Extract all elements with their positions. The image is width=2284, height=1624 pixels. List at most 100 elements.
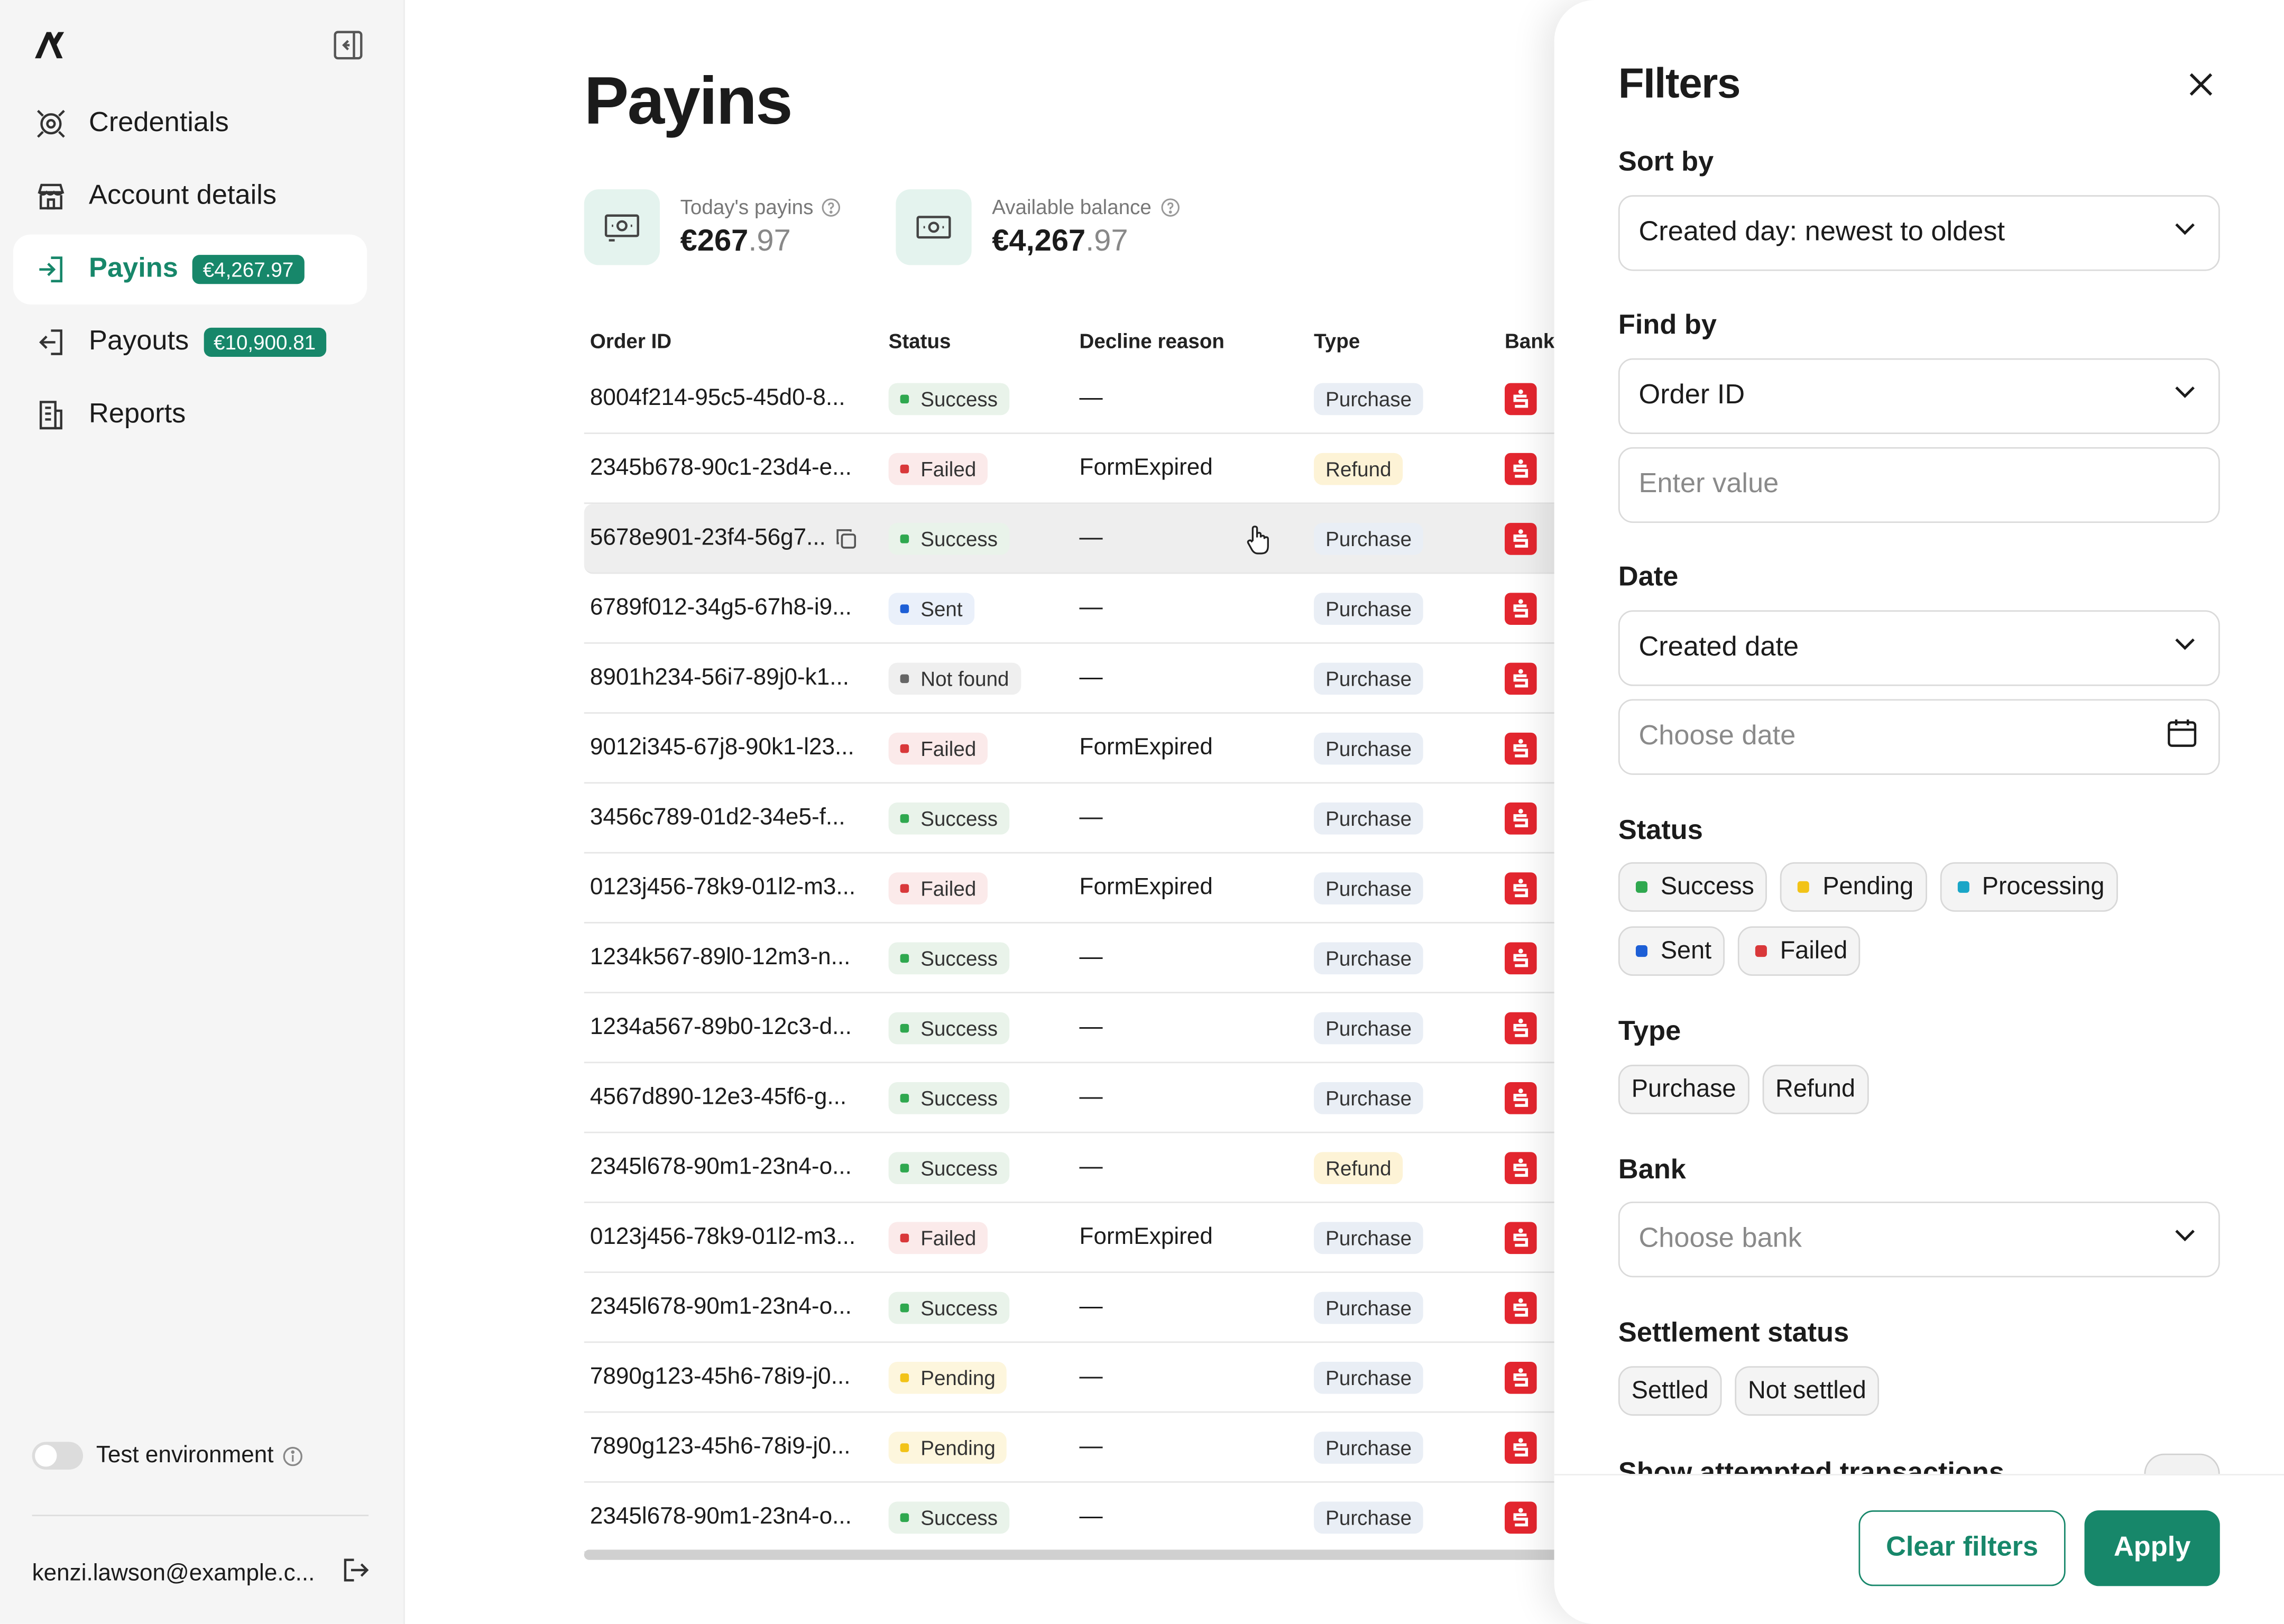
type-badge: Purchase: [1314, 1291, 1424, 1324]
order-id: 9012i345-67j8-90k1-l23...: [590, 734, 854, 760]
sidebar-item-payins[interactable]: Payins €4,267.97: [13, 234, 367, 304]
decline-reason-cell: FormExpired: [1079, 734, 1213, 760]
status-dot: [900, 1303, 909, 1312]
decline-reason-cell: —: [1079, 385, 1103, 410]
type-cell: Refund: [1314, 1151, 1505, 1184]
sidebar-item-label: Credentials: [89, 107, 229, 139]
type-cell: Purchase: [1314, 1011, 1505, 1044]
chevron-down-icon: [2172, 216, 2198, 251]
table-row[interactable]: 8004f214-95c5-45d0-8... Success — Purchase: [584, 364, 1604, 435]
sidebar-item-reports[interactable]: Reports: [13, 380, 367, 450]
status-cell: Failed: [888, 732, 1080, 764]
status-chip-sent[interactable]: Sent: [1618, 926, 1725, 976]
table-row[interactable]: 7890g123-45h6-78i9-j0... Pending — Purchase: [584, 1343, 1604, 1413]
order-id-cell: 4567d890-12e3-45f6-g...: [584, 1084, 889, 1111]
show-attempted-toggle[interactable]: [2144, 1453, 2220, 1474]
horizontal-scrollbar[interactable]: [584, 1549, 1560, 1560]
table-row[interactable]: 2345b678-90c1-23d4-e... Failed FormExpired…: [584, 434, 1604, 504]
status-badge: Failed: [888, 1221, 988, 1253]
decline-reason-cell: —: [1079, 1434, 1103, 1459]
bank-logo-icon: [1505, 592, 1537, 624]
brand-logo-icon[interactable]: [32, 26, 70, 64]
order-id-cell: 0123j456-78k9-01l2-m3...: [584, 1224, 889, 1251]
filters-title: FIlters: [1618, 61, 1741, 108]
sidebar-item-payouts[interactable]: Payouts €10,900.81: [13, 307, 367, 377]
table-row[interactable]: 1234k567-89l0-12m3-n... Success — Purchase: [584, 924, 1604, 993]
find-by-select[interactable]: Order ID: [1618, 358, 2220, 435]
table-row[interactable]: 7890g123-45h6-78i9-j0... Pending — Purchase: [584, 1413, 1604, 1483]
type-badge: Refund: [1314, 1151, 1403, 1184]
table-row[interactable]: 0123j456-78k9-01l2-m3... Failed FormExpire…: [584, 853, 1604, 924]
table-row[interactable]: 2345l678-90m1-23n4-o... Success — Purchase: [584, 1483, 1604, 1553]
order-id-cell: 8004f214-95c5-45d0-8...: [584, 385, 889, 412]
table-row[interactable]: 1234a567-89b0-12c3-d... Success — Purchase: [584, 993, 1604, 1064]
close-icon[interactable]: [2180, 64, 2221, 105]
table-row[interactable]: 3456c789-01d2-34e5-f... Success — Purchase: [584, 783, 1604, 854]
bank-logo-icon: [1505, 382, 1537, 414]
status-dot: [900, 1512, 909, 1521]
sidebar-divider: [32, 1515, 369, 1517]
column-header-decline-reason[interactable]: Decline reason: [1080, 329, 1314, 353]
status-cell: Success: [888, 801, 1080, 834]
sidebar-item-account-details[interactable]: Account details: [13, 162, 367, 232]
type-badge: Purchase: [1314, 1081, 1424, 1114]
table-row[interactable]: 5678e901-23f4-56g7... Success — Purchase: [584, 504, 1604, 574]
info-icon[interactable]: [282, 1445, 303, 1466]
status-cell: Failed: [888, 452, 1080, 485]
table-row[interactable]: 2345l678-90m1-23n4-o... Success — Refund: [584, 1133, 1604, 1203]
sidebar-item-label: Payouts: [89, 326, 189, 357]
column-header-type[interactable]: Type: [1314, 329, 1505, 353]
table-row[interactable]: 2345l678-90m1-23n4-o... Success — Purchase: [584, 1273, 1604, 1343]
table-header: Order ID Status Decline reason Type Bank: [584, 318, 1604, 364]
type-cell: Purchase: [1314, 1291, 1505, 1324]
status-chip-failed[interactable]: Failed: [1737, 926, 1861, 976]
copy-icon[interactable]: [834, 527, 858, 550]
order-id: 8901h234-56i7-89j0-k1...: [590, 665, 849, 690]
type-chip-purchase[interactable]: Purchase: [1618, 1064, 1749, 1114]
status-text: Failed: [920, 1225, 977, 1249]
collapse-sidebar-icon[interactable]: [332, 29, 364, 61]
bank-select[interactable]: Choose bank: [1618, 1201, 2220, 1278]
date-picker-input[interactable]: Choose date: [1618, 699, 2220, 775]
order-id-cell: 0123j456-78k9-01l2-m3...: [584, 874, 889, 901]
column-header-status[interactable]: Status: [889, 329, 1080, 353]
find-by-value-input[interactable]: Enter value: [1618, 447, 2220, 523]
type-badge: Purchase: [1314, 1501, 1424, 1533]
type-cell: Purchase: [1314, 592, 1505, 624]
table-row[interactable]: 6789f012-34g5-67h8-i9... Sent — Purchase: [584, 574, 1604, 644]
sort-by-select[interactable]: Created day: newest to oldest: [1618, 195, 2220, 271]
clear-filters-button[interactable]: Clear filters: [1858, 1510, 2066, 1586]
settlement-chip-not-settled[interactable]: Not settled: [1735, 1366, 1880, 1416]
help-icon[interactable]: [1160, 197, 1179, 216]
type-badge: Purchase: [1314, 662, 1424, 694]
status-cell: Success: [888, 522, 1080, 555]
status-chip-pending[interactable]: Pending: [1780, 862, 1927, 912]
order-id-cell: 1234a567-89b0-12c3-d...: [584, 1014, 889, 1041]
table-row[interactable]: 9012i345-67j8-90k1-l23... Failed FormExpir…: [584, 714, 1604, 784]
type-cell: Purchase: [1314, 662, 1505, 694]
bank-logo-icon: [1505, 1361, 1537, 1394]
status-chip-success[interactable]: Success: [1618, 862, 1767, 912]
type-chip-refund[interactable]: Refund: [1762, 1064, 1868, 1114]
logout-icon[interactable]: [341, 1555, 370, 1592]
status-dot: [900, 673, 909, 682]
table-row[interactable]: 4567d890-12e3-45f6-g... Success — Purchase: [584, 1063, 1604, 1133]
date-type-select[interactable]: Created date: [1618, 610, 2220, 686]
status-dot: [1798, 881, 1810, 893]
column-header-order-id[interactable]: Order ID: [584, 329, 889, 353]
status-badge: Pending: [888, 1361, 1007, 1394]
table-row[interactable]: 0123j456-78k9-01l2-m3... Failed FormExpire…: [584, 1203, 1604, 1273]
status-text: Success: [920, 1156, 998, 1179]
table-row[interactable]: 8901h234-56i7-89j0-k1... Not found — Purcha…: [584, 644, 1604, 714]
sidebar-item-credentials[interactable]: Credentials: [13, 89, 367, 159]
settlement-chip-settled[interactable]: Settled: [1618, 1366, 1722, 1416]
bank-logo-icon: [1505, 732, 1537, 764]
help-icon[interactable]: [822, 197, 841, 216]
test-environment-toggle[interactable]: [32, 1442, 84, 1470]
status-chip-processing[interactable]: Processing: [1939, 862, 2118, 912]
calendar-icon[interactable]: [2166, 717, 2198, 758]
status-text: Success: [920, 526, 998, 550]
status-text: Success: [920, 386, 998, 410]
decline-reason-cell: FormExpired: [1079, 874, 1213, 900]
apply-button[interactable]: Apply: [2084, 1510, 2220, 1586]
